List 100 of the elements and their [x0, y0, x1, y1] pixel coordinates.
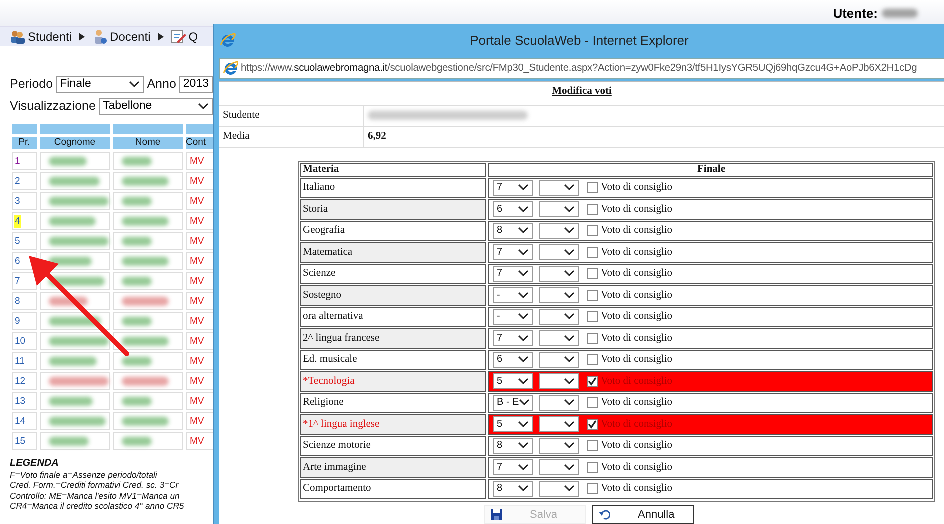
status-code: MV: [189, 156, 204, 166]
grade-select[interactable]: 7: [493, 266, 533, 282]
dropdown[interactable]: 2013: [179, 76, 213, 92]
field-label: Media: [223, 131, 250, 142]
checkbox-label: Voto di consiglio: [601, 290, 673, 301]
grade-select[interactable]: 8: [493, 480, 533, 497]
grade-select[interactable]: 5: [493, 373, 533, 390]
checkbox-label: Voto di consiglio: [601, 440, 673, 452]
grade-select[interactable]: [539, 438, 579, 454]
grade-select[interactable]: 8: [493, 438, 533, 454]
status-code: MV: [189, 316, 204, 326]
grade-select[interactable]: [539, 480, 579, 497]
checkbox[interactable]: [587, 182, 598, 194]
chevron-icon: [564, 334, 575, 342]
grade-select[interactable]: [539, 180, 579, 196]
grade-select[interactable]: 8: [493, 222, 533, 239]
person-icon: [92, 28, 108, 44]
grade-select[interactable]: [539, 352, 579, 368]
checkbox-label: Voto di consiglio: [601, 397, 673, 408]
grade-select[interactable]: 7: [493, 459, 533, 476]
grade-select[interactable]: [539, 459, 579, 476]
grade-select[interactable]: [539, 330, 579, 346]
header-cell: [40, 124, 110, 134]
checkbox[interactable]: [587, 268, 598, 280]
redacted-text: [882, 8, 918, 18]
checkbox[interactable]: [587, 462, 598, 473]
undo-arrow-icon: [599, 509, 610, 520]
checkbox[interactable]: [587, 354, 598, 366]
subject-name: Scienze: [303, 268, 336, 280]
status-code: MV: [189, 196, 204, 206]
status-code: MV: [189, 416, 204, 426]
grade-select[interactable]: [539, 287, 579, 304]
grade-select[interactable]: [539, 373, 579, 390]
field-label: Anno: [147, 77, 176, 91]
menu-item[interactable]: Docenti: [92, 28, 168, 44]
status-code: MV: [189, 276, 204, 286]
chevron-icon: [564, 356, 575, 364]
column-header: Cognome: [40, 137, 110, 149]
chevron-icon: [518, 184, 529, 192]
grade-select[interactable]: 6: [493, 352, 533, 368]
checkbox[interactable]: [587, 397, 598, 408]
chevron-icon: [518, 485, 529, 492]
menu-item[interactable]: Q: [170, 28, 198, 44]
chevron-icon: [518, 464, 529, 471]
grade-select[interactable]: [539, 308, 579, 325]
column-header: Pr.: [12, 137, 37, 149]
subject-name: Sostegno: [303, 290, 342, 301]
checkbox-label: Voto di consiglio: [601, 204, 673, 215]
subject-name: Religione: [303, 397, 344, 408]
legend-title: LEGENDA: [10, 459, 60, 470]
checkbox[interactable]: [587, 440, 598, 452]
checkbox[interactable]: [587, 311, 598, 322]
header-cell: [12, 124, 37, 134]
grade-select[interactable]: [539, 266, 579, 282]
status-code: MV: [189, 356, 204, 366]
chevron-icon: [518, 248, 529, 256]
submenu-arrow-icon: [158, 32, 164, 40]
grade-select[interactable]: [539, 201, 579, 218]
chevron-icon: [564, 292, 575, 299]
grade-select[interactable]: 7: [493, 180, 533, 196]
checkbox-label: Voto di consiglio: [601, 246, 673, 258]
grade-select[interactable]: [539, 416, 579, 432]
grade-select[interactable]: -: [493, 287, 533, 304]
checkbox[interactable]: [587, 204, 598, 215]
grade-select[interactable]: 5: [493, 416, 533, 432]
grade-select[interactable]: [539, 244, 579, 260]
column-header: Finale: [698, 164, 726, 175]
column-header: Nome: [113, 137, 183, 149]
chevron-icon: [518, 227, 529, 234]
checkbox[interactable]: [587, 376, 598, 387]
checkbox[interactable]: [587, 290, 598, 301]
chevron-icon: [564, 420, 575, 428]
checkbox[interactable]: [587, 225, 598, 236]
menu-item[interactable]: Studenti: [10, 28, 90, 44]
chevron-icon: [564, 206, 575, 213]
grade-select[interactable]: 6: [493, 201, 533, 218]
grade-select[interactable]: [539, 394, 579, 411]
chevron-icon: [129, 80, 140, 88]
grade-select[interactable]: B - E: [493, 394, 533, 411]
chevron-icon: [518, 206, 529, 213]
subject-name: 2^ lingua francese: [303, 332, 380, 344]
chevron-icon: [519, 399, 530, 406]
checkbox[interactable]: [587, 246, 598, 258]
grade-select[interactable]: [539, 222, 579, 239]
status-code: MV: [189, 216, 204, 226]
dropdown[interactable]: Tabellone: [98, 98, 213, 114]
users-icon: [10, 28, 26, 44]
dropdown[interactable]: Finale: [56, 76, 144, 92]
action-button[interactable]: Annulla: [592, 505, 694, 524]
grade-select[interactable]: 7: [493, 330, 533, 346]
chevron-icon: [518, 442, 529, 450]
legend-text: Controllo: ME=Manca l'esito MV1=Manca un: [10, 490, 181, 501]
address-bar[interactable]: https://www.scuolawebromagna.it/scuolawebgestione/src/FMp30_Studente.aspx?Action=zyw0Fke29n3/tf5H1IysYGR5UQj69hqGzcu4G+AoPJb6X2H1cDg: [219, 58, 944, 78]
row-number-link[interactable]: 4: [14, 214, 22, 228]
checkbox[interactable]: [587, 418, 598, 430]
grade-select[interactable]: 7: [493, 244, 533, 260]
grade-select[interactable]: -: [493, 308, 533, 325]
checkbox[interactable]: [587, 483, 598, 494]
checkbox[interactable]: [587, 332, 598, 344]
subject-name: Geografia: [303, 225, 345, 236]
